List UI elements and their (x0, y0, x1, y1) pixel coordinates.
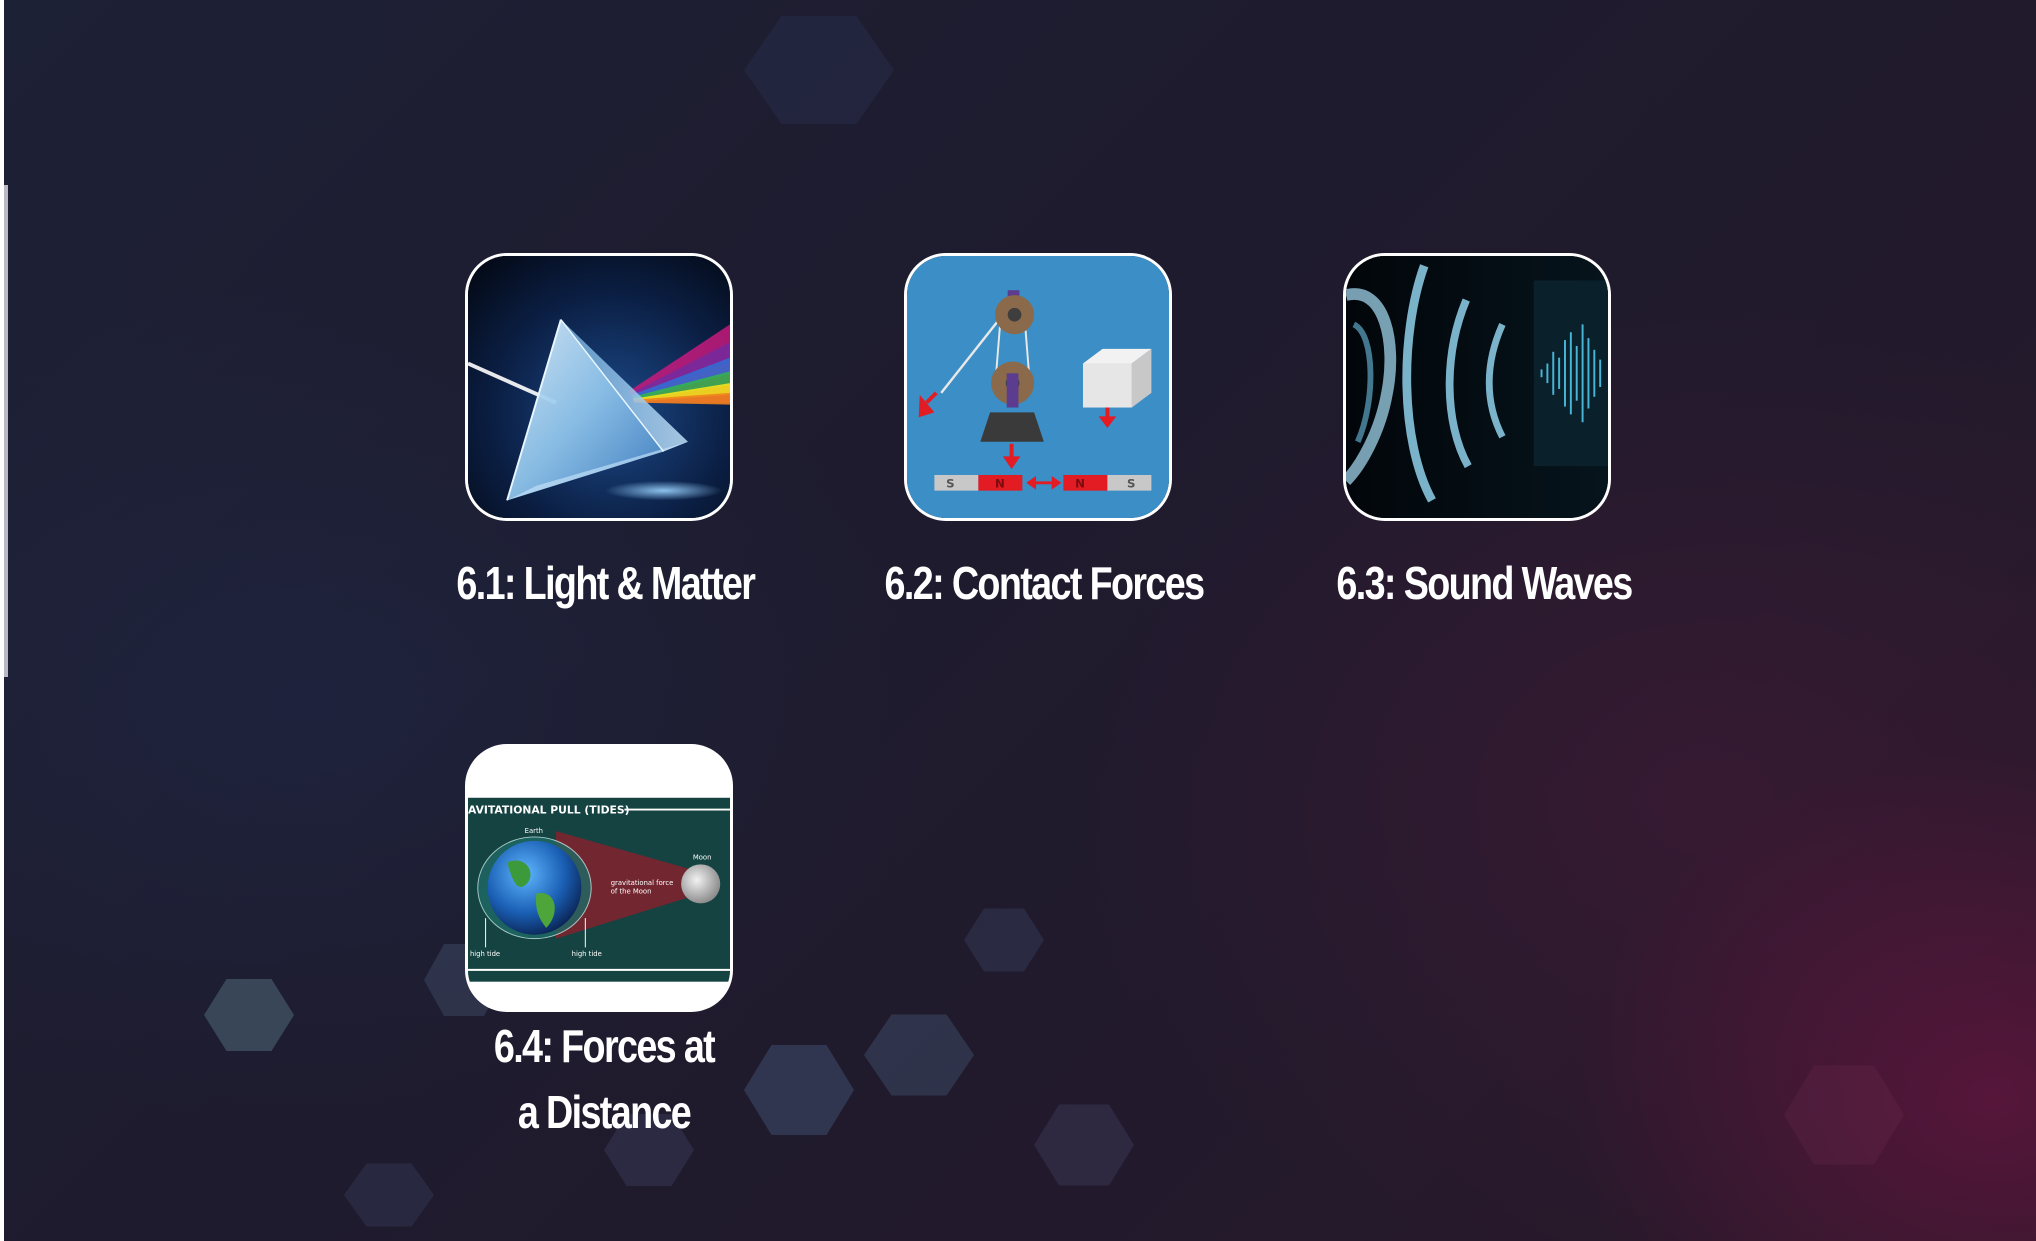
bokeh-decoration (1034, 1104, 1134, 1186)
bokeh-decoration (964, 908, 1044, 972)
pulley-magnets-icon: S N N S (907, 256, 1169, 518)
force-label: of the Moon (611, 888, 652, 896)
earth-label: Earth (525, 827, 543, 835)
module-tile-light-matter[interactable] (465, 253, 733, 521)
prism-icon (468, 256, 730, 518)
earth-moon-tides-icon: AVITATIONAL PULL (TIDES) Earth Moon grav… (468, 747, 730, 1009)
thumbnail-heading: AVITATIONAL PULL (TIDES) (468, 803, 630, 816)
magnet-label: N (1075, 477, 1085, 491)
module-title-6-2[interactable]: 6.2: Contact Forces (880, 550, 1208, 616)
bokeh-decoration (1784, 1065, 1904, 1165)
module-title-6-3[interactable]: 6.3: Sound Waves (1328, 550, 1640, 616)
magnet-label: S (1127, 477, 1135, 491)
scroll-edge (4, 185, 8, 677)
ear-sound-waves-icon (1346, 256, 1608, 518)
module-title-6-4[interactable]: 6.4: Forces at a Distance (456, 1013, 751, 1145)
bokeh-decoration (204, 979, 294, 1051)
module-title-6-1[interactable]: 6.1: Light & Matter (456, 550, 756, 616)
module-title-6-4-line2: a Distance (517, 1086, 692, 1138)
module-tile-forces-distance[interactable]: AVITATIONAL PULL (TIDES) Earth Moon grav… (465, 744, 733, 1012)
bokeh-decoration (344, 1163, 434, 1227)
magnet-label: N (995, 477, 1005, 491)
tide-label: high tide (470, 950, 500, 958)
force-label: gravitational force (611, 879, 674, 887)
module-tile-sound-waves[interactable] (1343, 253, 1611, 521)
magnet-label: S (946, 477, 954, 491)
bokeh-decoration (864, 1014, 974, 1096)
tide-label: high tide (572, 950, 602, 958)
module-tile-contact-forces[interactable]: S N N S (904, 253, 1172, 521)
moon-label: Moon (693, 853, 712, 861)
module-menu-screen: 6.1: Light & Matter S N N S 6.2: Contact… (4, 0, 2036, 1241)
bokeh-decoration (744, 1045, 854, 1135)
module-title-6-4-line1: 6.4: Forces at (493, 1020, 716, 1072)
bokeh-decoration (744, 16, 894, 124)
